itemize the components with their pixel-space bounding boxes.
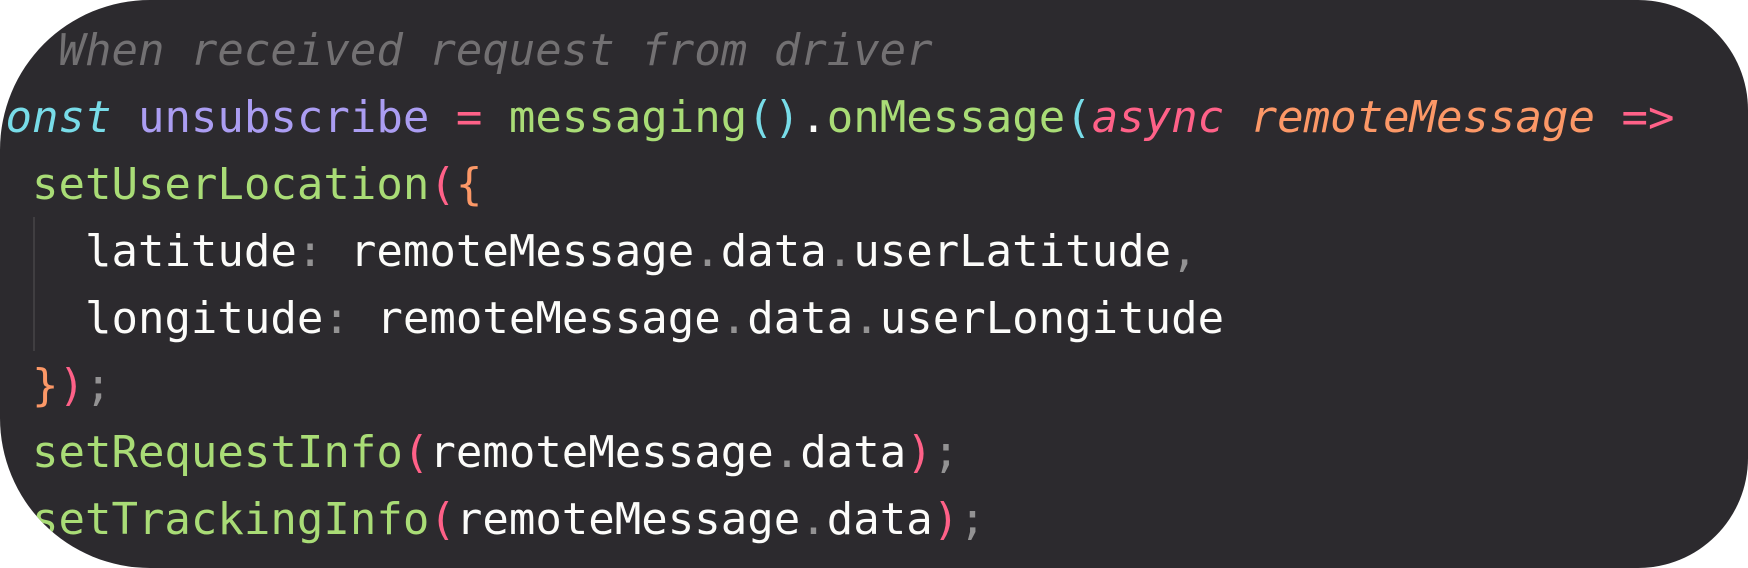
code-editor: // When received request from driver con… xyxy=(0,0,1675,553)
code-line-set-tracking-info: setTrackingInfo(remoteMessage.data); xyxy=(31,494,986,545)
code-line-set-user-location: setUserLocation({ xyxy=(31,159,483,210)
code-line-set-request-info: setRequestInfo(remoteMessage.data); xyxy=(31,427,960,478)
code-snippet-card: // When received request from driver con… xyxy=(0,0,1748,568)
code-line-longitude: longitude: remoteMessage.data.userLongit… xyxy=(84,293,1225,344)
code-line-close-set-user-location: }); xyxy=(31,360,112,411)
code-line-const: const unsubscribe = messaging().onMessag… xyxy=(0,92,1675,143)
code-line-comment: // When received request from driver xyxy=(0,25,933,76)
code-line-partial-top xyxy=(0,0,1675,17)
code-line-latitude: latitude: remoteMessage.data.userLatitud… xyxy=(84,226,1198,277)
